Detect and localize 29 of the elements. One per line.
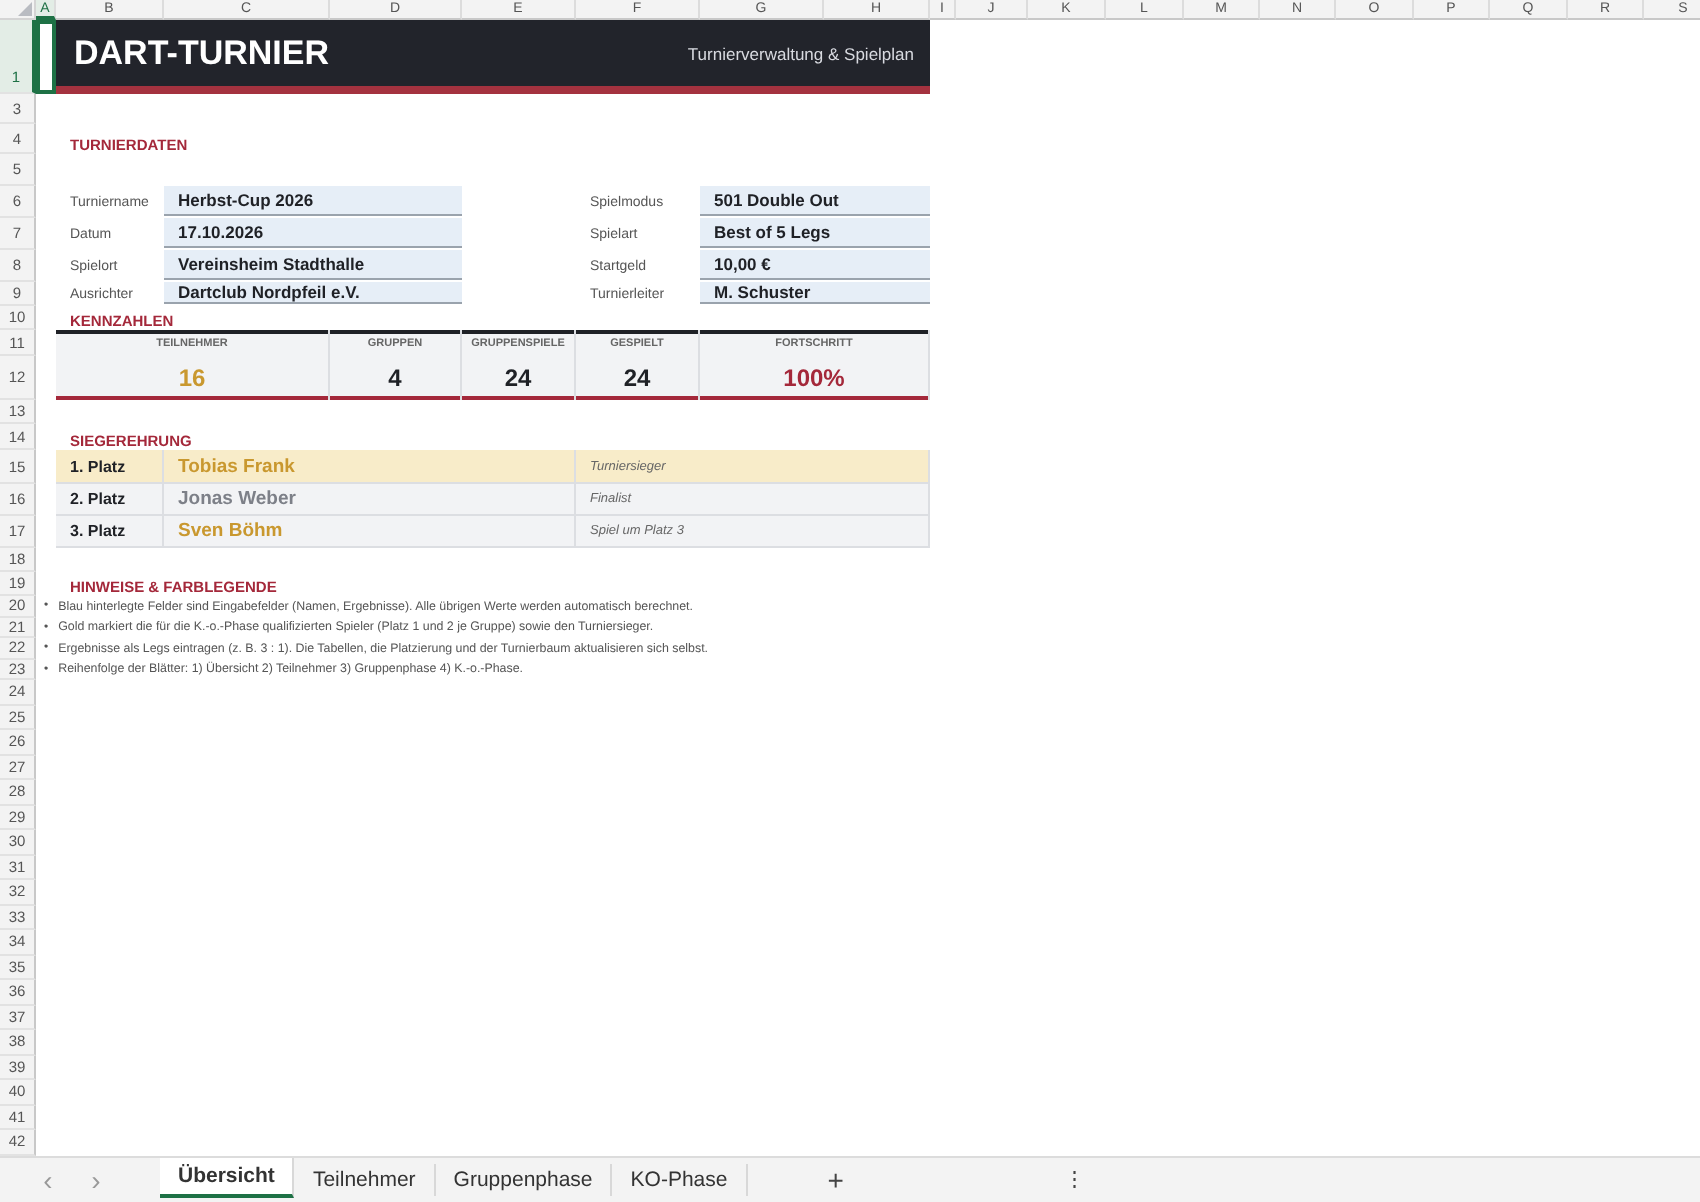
add-sheet-button[interactable]: +	[807, 1157, 864, 1202]
corner-triangle-icon	[18, 2, 32, 16]
input-field[interactable]: Vereinsheim Stadthalle	[164, 250, 462, 280]
kpi-value: 24	[623, 364, 651, 392]
input-field[interactable]: 10,00 €	[700, 250, 930, 280]
sheet-tab[interactable]: KO-Phase	[612, 1163, 748, 1196]
sheet-tab[interactable]: Übersicht	[160, 1157, 295, 1198]
sheet-tab[interactable]: Gruppenphase	[435, 1163, 613, 1196]
active-cell[interactable]	[36, 20, 56, 94]
input-field[interactable]: Best of 5 Legs	[700, 218, 930, 248]
sheet-tab[interactable]: Teilnehmer	[294, 1163, 436, 1196]
input-field[interactable]: M. Schuster	[700, 282, 930, 304]
table-cell: Jonas Weber	[164, 484, 576, 516]
table-cell: 1. Platz	[56, 450, 164, 484]
table-cell: 2. Platz	[56, 484, 164, 516]
more-options-button[interactable]: ⋮	[1063, 1157, 1086, 1202]
input-field[interactable]: 501 Double Out	[700, 186, 930, 216]
input-field[interactable]: Herbst-Cup 2026	[164, 186, 462, 216]
table-cell: Sven Böhm	[164, 516, 576, 548]
sheet-title: DART-TURNIER	[74, 33, 329, 73]
kpi-value: 100%	[783, 364, 845, 392]
table-cell: 3. Platz	[56, 516, 164, 548]
sheet-subtitle: Turnierverwaltung & Spielplan	[687, 43, 914, 63]
kpi-value: 24	[504, 364, 532, 392]
table-cell: Tobias Frank	[164, 450, 576, 484]
input-field[interactable]: 17.10.2026	[164, 218, 462, 248]
kpi-value: 16	[178, 364, 206, 392]
kpi-value: 4	[388, 364, 402, 392]
input-field[interactable]: Dartclub Nordpfeil e.V.	[164, 282, 462, 304]
